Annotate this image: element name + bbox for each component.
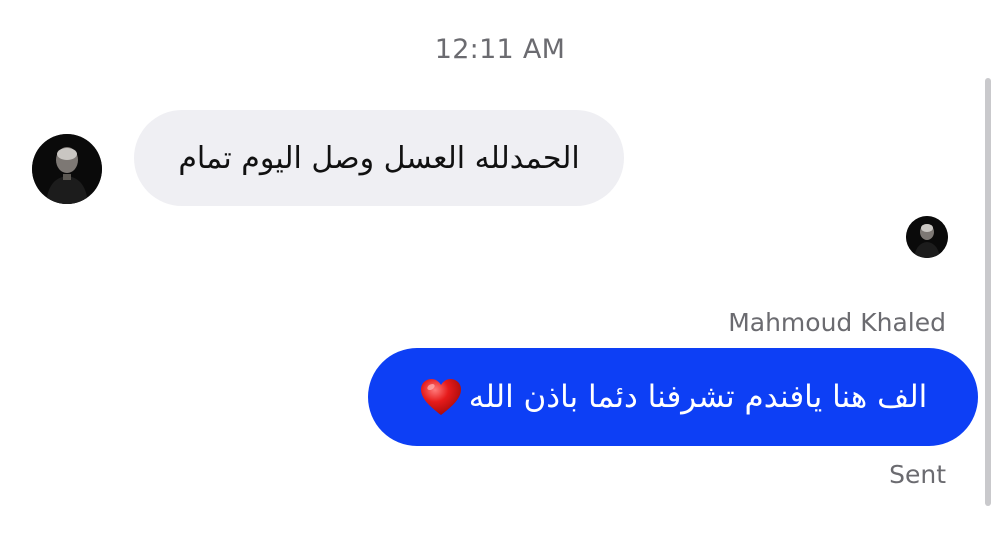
read-receipt-avatar bbox=[906, 216, 948, 258]
person-avatar-icon bbox=[906, 216, 948, 258]
person-avatar-icon bbox=[32, 134, 102, 204]
incoming-message-text: الحمدلله العسل وصل اليوم تمام bbox=[178, 140, 580, 176]
sender-name: Mahmoud Khaled bbox=[728, 308, 946, 337]
scrollbar[interactable] bbox=[985, 78, 991, 506]
chat-thread: 12:11 AM الحمدلله العسل وصل اليوم تمام M… bbox=[0, 0, 1000, 548]
outgoing-message-bubble[interactable]: الف هنا يافندم تشرفنا دئما باذن الله bbox=[368, 348, 978, 446]
delivery-status: Sent bbox=[889, 460, 946, 489]
outgoing-message-text: الف هنا يافندم تشرفنا دئما باذن الله bbox=[468, 379, 928, 415]
red-heart-icon bbox=[420, 379, 461, 415]
sender-avatar[interactable] bbox=[32, 134, 102, 204]
incoming-message-bubble[interactable]: الحمدلله العسل وصل اليوم تمام bbox=[134, 110, 624, 206]
message-timestamp: 12:11 AM bbox=[434, 34, 566, 65]
